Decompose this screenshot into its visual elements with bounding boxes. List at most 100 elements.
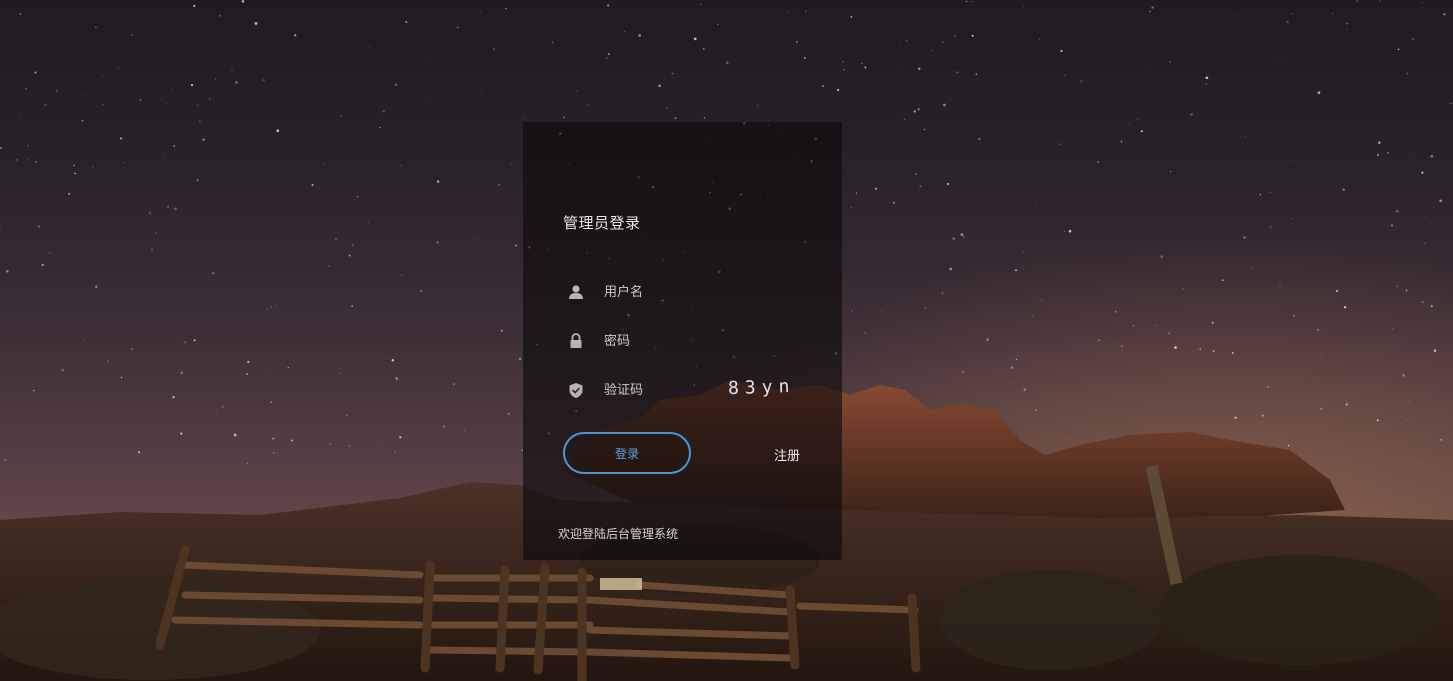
- star: [949, 267, 953, 271]
- star: [1335, 289, 1339, 293]
- star: [1221, 279, 1224, 282]
- star: [978, 137, 981, 141]
- star: [1405, 289, 1408, 292]
- star: [1440, 438, 1443, 441]
- star: [1425, 216, 1426, 218]
- star: [1269, 192, 1271, 193]
- star: [95, 285, 98, 288]
- star: [1392, 328, 1394, 330]
- star: [119, 137, 123, 140]
- star: [298, 332, 300, 334]
- star: [954, 35, 957, 37]
- star: [1317, 91, 1321, 95]
- star: [15, 158, 18, 161]
- star: [456, 26, 459, 29]
- star: [638, 34, 642, 37]
- star: [1269, 226, 1272, 228]
- star: [476, 239, 477, 241]
- star: [803, 56, 806, 59]
- star: [173, 145, 175, 147]
- star: [1023, 251, 1025, 253]
- star: [1205, 76, 1209, 80]
- star: [221, 406, 224, 408]
- star: [1397, 48, 1400, 51]
- star: [102, 75, 103, 77]
- star: [1402, 374, 1405, 377]
- register-link[interactable]: 注册: [774, 445, 800, 464]
- star: [33, 390, 35, 392]
- star: [41, 263, 44, 267]
- star: [1199, 348, 1202, 351]
- star: [73, 164, 75, 166]
- star: [1291, 13, 1293, 15]
- star: [276, 129, 280, 133]
- star: [899, 66, 901, 68]
- star: [193, 339, 196, 342]
- star: [1406, 72, 1409, 75]
- star: [505, 8, 507, 10]
- star: [130, 33, 133, 37]
- login-panel: 管理员登录 83yn 登录 注册 欢迎登陆后台管理系统: [523, 122, 842, 560]
- star: [1395, 210, 1399, 213]
- star: [1439, 199, 1443, 203]
- star: [1174, 346, 1177, 349]
- star: [971, 0, 973, 2]
- shield-check-icon: [567, 381, 585, 399]
- star: [139, 98, 142, 101]
- star: [1286, 21, 1289, 24]
- star: [380, 441, 382, 442]
- captcha-input[interactable]: [604, 382, 724, 398]
- star: [913, 110, 916, 113]
- star: [6, 270, 9, 273]
- star: [351, 305, 353, 307]
- star: [74, 172, 77, 175]
- star: [1411, 37, 1415, 41]
- star: [340, 115, 342, 117]
- star: [1248, 378, 1250, 380]
- star: [400, 165, 402, 167]
- star: [381, 333, 383, 335]
- star: [1117, 341, 1119, 343]
- star: [1379, 0, 1381, 2]
- star: [359, 226, 361, 228]
- star: [1390, 224, 1394, 227]
- star: [120, 376, 123, 379]
- star: [180, 432, 183, 435]
- star: [1120, 140, 1123, 143]
- star: [266, 369, 268, 371]
- star: [1234, 416, 1237, 419]
- star: [1378, 141, 1381, 144]
- star: [563, 116, 565, 118]
- password-input[interactable]: [604, 333, 724, 349]
- star: [345, 414, 348, 417]
- login-button[interactable]: 登录: [563, 432, 691, 474]
- star: [27, 144, 29, 147]
- captcha-image[interactable]: 83yn: [728, 376, 796, 399]
- star: [1346, 22, 1349, 25]
- star: [1032, 316, 1033, 318]
- star: [1015, 269, 1017, 272]
- star: [348, 445, 350, 447]
- star: [522, 117, 525, 119]
- star: [607, 53, 610, 55]
- star: [1396, 285, 1398, 287]
- star: [864, 66, 867, 69]
- star: [1433, 349, 1437, 353]
- star: [1421, 301, 1424, 304]
- star: [405, 20, 408, 24]
- star: [1231, 352, 1234, 354]
- star: [436, 241, 439, 244]
- username-field: [567, 280, 807, 304]
- star: [1316, 376, 1318, 377]
- star: [193, 4, 196, 8]
- star: [273, 452, 275, 454]
- star: [429, 96, 430, 97]
- star: [923, 128, 926, 131]
- username-input[interactable]: [604, 284, 724, 300]
- star: [1010, 366, 1014, 369]
- star: [379, 126, 381, 129]
- star: [1380, 354, 1382, 356]
- star: [154, 232, 157, 235]
- star: [290, 247, 292, 249]
- star: [1376, 153, 1380, 156]
